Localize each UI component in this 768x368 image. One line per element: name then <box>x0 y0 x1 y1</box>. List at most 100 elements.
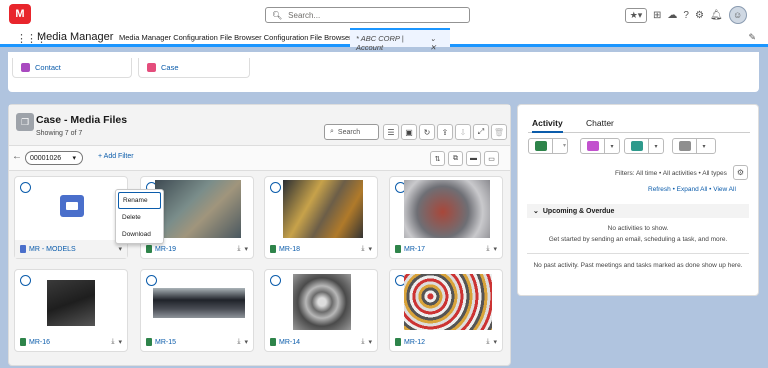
call-icon <box>630 141 643 151</box>
folder-move-icon[interactable]: ▭ <box>484 151 499 166</box>
image-thumbnail[interactable] <box>404 274 492 330</box>
file-tile[interactable]: MR-12 ⤓ ▾ <box>389 269 503 352</box>
file-tile[interactable]: MR-17 ⤓ ▾ <box>389 176 503 259</box>
gear-icon[interactable]: ⚙ <box>695 10 704 21</box>
file-name[interactable]: MR-16 <box>29 339 50 346</box>
upload-icon[interactable]: ⇪ <box>437 124 453 140</box>
chevron-down-icon[interactable]: ▾ <box>118 245 122 253</box>
header-utilities: ★▾ ⊞ ☁ ? ⚙ 🔔︎ ☺ <box>625 6 747 24</box>
global-search-input[interactable]: 🔍︎ Search... <box>265 7 470 23</box>
copy-icon[interactable]: ⧉ <box>448 151 463 166</box>
download-icon[interactable]: ⤓ <box>486 245 489 253</box>
expand-icon[interactable]: ⤢ <box>473 124 489 140</box>
edit-nav-icon[interactable]: ✎ <box>748 32 756 43</box>
refresh-icon[interactable]: ↻ <box>419 124 435 140</box>
file-tile[interactable]: MR-15 ⤓ ▾ <box>140 269 254 352</box>
file-tile[interactable]: MR-16 ⤓ ▾ <box>14 269 128 352</box>
chevron-down-icon[interactable]: ▾ <box>244 245 248 253</box>
image-thumbnail[interactable] <box>283 180 363 238</box>
select-checkbox[interactable] <box>20 182 31 193</box>
nav-item-file-browser-config[interactable]: File Browser Configuration <box>220 33 308 42</box>
download-icon[interactable]: ⤓ <box>361 245 364 253</box>
file-tile[interactable]: MR-18 ⤓ ▾ <box>264 176 378 259</box>
download-icon[interactable]: ⤓ <box>486 338 489 346</box>
new-event-button[interactable]: ▾ <box>580 138 620 154</box>
card-search-placeholder: Search <box>337 128 361 136</box>
trailhead-icon[interactable]: ☁ <box>667 10 677 21</box>
app-logo[interactable]: M <box>9 4 31 24</box>
add-icon[interactable]: ⊞ <box>653 10 661 21</box>
image-thumbnail[interactable] <box>293 274 351 330</box>
chevron-down-icon[interactable]: ▾ <box>649 143 663 150</box>
related-contact[interactable]: Contact <box>12 58 132 78</box>
select-checkbox[interactable] <box>270 275 281 286</box>
menu-item-rename[interactable]: Rename <box>118 192 161 209</box>
file-context-menu: Rename Delete Download <box>115 189 164 244</box>
chevron-down-icon[interactable]: ▾ <box>118 338 122 346</box>
download-icon[interactable]: ⇩ <box>455 124 471 140</box>
chevron-down-icon[interactable]: ▾ <box>697 143 711 150</box>
help-icon[interactable]: ? <box>683 10 689 21</box>
image-thumbnail[interactable] <box>404 180 490 238</box>
file-name[interactable]: MR-18 <box>279 246 300 253</box>
bell-icon[interactable]: 🔔︎ <box>710 10 723 21</box>
view-all-link[interactable]: View All <box>713 186 736 193</box>
nav-item-file-browser[interactable]: File Browser <box>310 33 352 42</box>
file-name[interactable]: MR-14 <box>279 339 300 346</box>
tile-view-icon[interactable]: ▣ <box>401 124 417 140</box>
upcoming-overdue-section[interactable]: ⌄ Upcoming & Overdue <box>527 204 749 218</box>
tab-actions[interactable]: ⌄ ✕ <box>430 34 444 52</box>
search-icon: 🔍︎ <box>272 10 283 20</box>
chevron-down-icon[interactable]: ▾ <box>493 245 497 253</box>
tab-chatter[interactable]: Chatter <box>586 118 614 128</box>
chevron-down-icon[interactable]: ▾ <box>605 143 619 150</box>
select-checkbox[interactable] <box>146 275 157 286</box>
list-view-icon[interactable]: ☰ <box>383 124 399 140</box>
menu-item-download[interactable]: Download <box>116 226 163 243</box>
image-thumbnail[interactable] <box>47 280 95 326</box>
sort-icon[interactable]: ⇅ <box>430 151 445 166</box>
file-tile[interactable]: MR - MODELS ▾ <box>14 176 128 259</box>
file-name[interactable]: MR-19 <box>155 246 176 253</box>
download-icon[interactable]: ⤓ <box>237 338 240 346</box>
user-avatar[interactable]: ☺ <box>728 6 747 24</box>
record-id-select[interactable]: 00001026 ▾ <box>25 151 83 165</box>
chevron-down-icon[interactable]: ▾ <box>368 338 372 346</box>
expand-all-link[interactable]: Expand All <box>677 186 708 193</box>
image-thumbnail[interactable] <box>155 180 241 238</box>
select-checkbox[interactable] <box>270 182 281 193</box>
event-icon <box>586 141 599 151</box>
tab-activity[interactable]: Activity <box>532 118 563 133</box>
back-arrow-icon[interactable]: ← <box>12 151 22 162</box>
download-icon[interactable]: ⤓ <box>361 338 364 346</box>
file-tile[interactable]: MR-14 ⤓ ▾ <box>264 269 378 352</box>
card-search-input[interactable]: ⌕ Search <box>324 124 379 140</box>
file-name[interactable]: MR-15 <box>155 339 176 346</box>
log-call-button[interactable]: ▾ <box>624 138 664 154</box>
image-thumbnail[interactable] <box>153 288 245 318</box>
menu-item-delete[interactable]: Delete <box>116 209 163 226</box>
folder-icon[interactable]: ▬ <box>466 151 481 166</box>
chevron-down-icon[interactable]: ▾ <box>563 142 566 149</box>
image-file-icon <box>146 338 152 346</box>
add-filter-button[interactable]: + Add Filter <box>98 153 134 160</box>
download-icon[interactable]: ⤓ <box>111 338 114 346</box>
favorites-star-icon[interactable]: ★▾ <box>625 7 647 23</box>
download-icon[interactable]: ⤓ <box>237 245 240 253</box>
send-email-button[interactable]: ▾ <box>672 138 716 154</box>
file-name[interactable]: MR-12 <box>404 339 425 346</box>
related-case[interactable]: Case <box>138 58 250 78</box>
file-name[interactable]: MR - MODELS <box>29 246 76 253</box>
gear-icon[interactable]: ⚙ <box>733 165 748 180</box>
nav-item-media-manager-config[interactable]: Media Manager Configuration <box>119 33 218 42</box>
select-checkbox[interactable] <box>20 275 31 286</box>
file-name[interactable]: MR-17 <box>404 246 425 253</box>
delete-icon[interactable]: 🗑︎ <box>491 124 507 140</box>
refresh-link[interactable]: Refresh <box>648 186 671 193</box>
chevron-down-icon[interactable]: ▾ <box>244 338 248 346</box>
new-task-button[interactable] <box>528 138 568 154</box>
tab-abc-corp-account[interactable]: * ABC CORP | Account ⌄ ✕ <box>350 28 450 52</box>
chevron-down-icon[interactable]: ▾ <box>368 245 372 253</box>
divider <box>527 253 749 254</box>
chevron-down-icon[interactable]: ▾ <box>493 338 497 346</box>
